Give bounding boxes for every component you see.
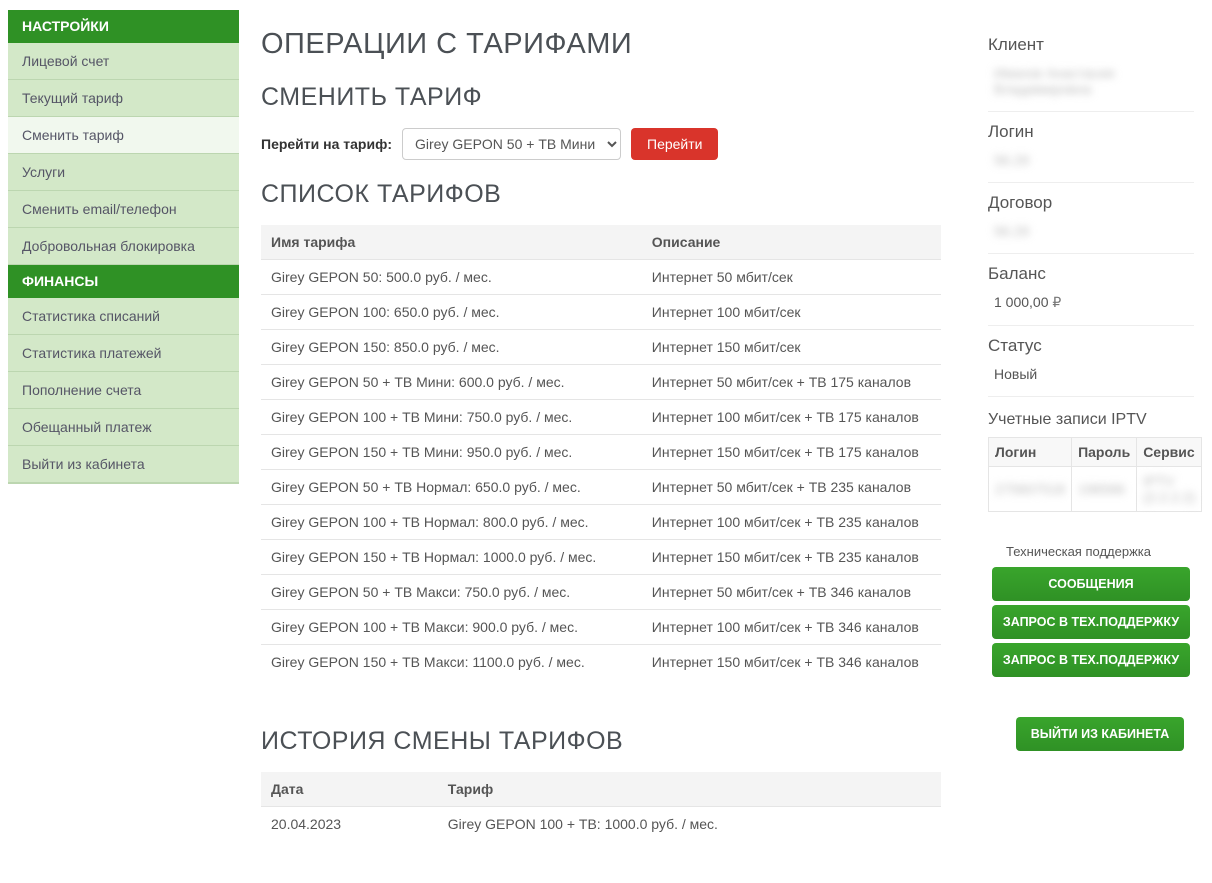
tariff-name: Girey GEPON 150 + ТВ Мини: 950.0 руб. / …	[261, 435, 642, 470]
support-request-button-2[interactable]: ЗАПРОС В ТЕХ.ПОДДЕРЖКУ	[992, 643, 1190, 677]
contract-value: 56.29	[988, 223, 1194, 239]
iptv-col-password: Пароль	[1072, 438, 1137, 467]
iptv-col-login: Логин	[989, 438, 1072, 467]
tariff-desc: Интернет 50 мбит/сек + ТВ 175 каналов	[642, 365, 941, 400]
section-title-list: СПИСОК ТАРИФОВ	[261, 180, 941, 209]
tariff-table: Имя тарифа Описание Girey GEPON 50: 500.…	[261, 225, 941, 679]
table-row: Girey GEPON 100: 650.0 руб. / мес.Интерн…	[261, 295, 941, 330]
tariff-desc: Интернет 100 мбит/сек + ТВ 235 каналов	[642, 505, 941, 540]
sidebar-item[interactable]: Статистика платежей	[8, 335, 239, 372]
balance-label: Баланс	[988, 264, 1194, 284]
client-value: Иванов Анастасия Владимировна	[988, 65, 1194, 97]
tariff-desc: Интернет 50 мбит/сек	[642, 260, 941, 295]
sidebar-header-settings: НАСТРОЙКИ	[8, 10, 239, 43]
messages-button[interactable]: СООБЩЕНИЯ	[992, 567, 1190, 601]
change-tariff-label: Перейти на тариф:	[261, 136, 392, 152]
tariff-desc: Интернет 150 мбит/сек + ТВ 346 каналов	[642, 645, 941, 680]
tariff-name: Girey GEPON 50: 500.0 руб. / мес.	[261, 260, 642, 295]
table-row: Girey GEPON 50 + ТВ Мини: 600.0 руб. / м…	[261, 365, 941, 400]
table-row: Girey GEPON 100 + ТВ Мини: 750.0 руб. / …	[261, 400, 941, 435]
go-button[interactable]: Перейти	[631, 128, 718, 160]
tariff-desc: Интернет 100 мбит/сек	[642, 295, 941, 330]
sidebar-item[interactable]: Лицевой счет	[8, 43, 239, 80]
sidebar-item[interactable]: Обещанный платеж	[8, 409, 239, 446]
table-row: Girey GEPON 100 + ТВ Макси: 900.0 руб. /…	[261, 610, 941, 645]
tariff-name: Girey GEPON 100 + ТВ Макси: 900.0 руб. /…	[261, 610, 642, 645]
tariff-desc: Интернет 50 мбит/сек + ТВ 235 каналов	[642, 470, 941, 505]
support-request-button-1[interactable]: ЗАПРОС В ТЕХ.ПОДДЕРЖКУ	[992, 605, 1190, 639]
section-title-change: СМЕНИТЬ ТАРИФ	[261, 83, 941, 112]
tariff-name: Girey GEPON 100 + ТВ Мини: 750.0 руб. / …	[261, 400, 642, 435]
iptv-row: 275607518 196566 IPTV (2.2.2.2)	[989, 467, 1202, 512]
iptv-table: Логин Пароль Сервис 275607518 196566 IPT…	[988, 437, 1202, 512]
sidebar-item[interactable]: Сменить тариф	[8, 117, 239, 154]
status-label: Статус	[988, 336, 1194, 356]
history-col-tariff: Тариф	[438, 772, 941, 807]
sidebar: НАСТРОЙКИ Лицевой счетТекущий тарифСмени…	[0, 0, 247, 861]
tariff-name: Girey GEPON 50 + ТВ Макси: 750.0 руб. / …	[261, 575, 642, 610]
sidebar-item[interactable]: Выйти из кабинета	[8, 446, 239, 483]
tariff-desc: Интернет 100 мбит/сек + ТВ 175 каналов	[642, 400, 941, 435]
balance-value: 1 000,00	[988, 294, 1194, 311]
tariff-desc: Интернет 150 мбит/сек + ТВ 175 каналов	[642, 435, 941, 470]
section-title-history: ИСТОРИЯ СМЕНЫ ТАРИФОВ	[261, 727, 941, 756]
tariff-col-name: Имя тарифа	[261, 225, 642, 260]
tariff-desc: Интернет 50 мбит/сек + ТВ 346 каналов	[642, 575, 941, 610]
iptv-login: 275607518	[989, 467, 1072, 512]
status-value: Новый	[988, 366, 1194, 382]
logout-button[interactable]: ВЫЙТИ ИЗ КАБИНЕТА	[1016, 717, 1184, 751]
table-row: Girey GEPON 50 + ТВ Нормал: 650.0 руб. /…	[261, 470, 941, 505]
history-table: Дата Тариф 20.04.2023Girey GEPON 100 + Т…	[261, 772, 941, 841]
history-tariff: Girey GEPON 100 + ТВ: 1000.0 руб. / мес.	[438, 807, 941, 842]
sidebar-header-finance: ФИНАНСЫ	[8, 265, 239, 298]
tariff-name: Girey GEPON 150: 850.0 руб. / мес.	[261, 330, 642, 365]
sidebar-item[interactable]: Сменить email/телефон	[8, 191, 239, 228]
iptv-password: 196566	[1072, 467, 1137, 512]
main-content: ОПЕРАЦИИ С ТАРИФАМИ СМЕНИТЬ ТАРИФ Перейт…	[247, 0, 976, 861]
support-label: Техническая поддержка	[988, 544, 1194, 559]
tariff-name: Girey GEPON 100: 650.0 руб. / мес.	[261, 295, 642, 330]
tariff-desc: Интернет 100 мбит/сек + ТВ 346 каналов	[642, 610, 941, 645]
table-row: Girey GEPON 150 + ТВ Мини: 950.0 руб. / …	[261, 435, 941, 470]
table-row: Girey GEPON 50 + ТВ Макси: 750.0 руб. / …	[261, 575, 941, 610]
history-date: 20.04.2023	[261, 807, 438, 842]
sidebar-item[interactable]: Пополнение счета	[8, 372, 239, 409]
table-row: Girey GEPON 100 + ТВ Нормал: 800.0 руб. …	[261, 505, 941, 540]
tariff-name: Girey GEPON 50 + ТВ Нормал: 650.0 руб. /…	[261, 470, 642, 505]
sidebar-item[interactable]: Статистика списаний	[8, 298, 239, 335]
tariff-desc: Интернет 150 мбит/сек	[642, 330, 941, 365]
tariff-name: Girey GEPON 100 + ТВ Нормал: 800.0 руб. …	[261, 505, 642, 540]
iptv-title: Учетные записи IPTV	[988, 411, 1194, 429]
page-title: ОПЕРАЦИИ С ТАРИФАМИ	[261, 28, 941, 61]
tariff-desc: Интернет 150 мбит/сек + ТВ 235 каналов	[642, 540, 941, 575]
table-row: Girey GEPON 150 + ТВ Нормал: 1000.0 руб.…	[261, 540, 941, 575]
sidebar-item[interactable]: Услуги	[8, 154, 239, 191]
right-panel: Клиент Иванов Анастасия Владимировна Лог…	[976, 0, 1212, 861]
tariff-name: Girey GEPON 150 + ТВ Макси: 1100.0 руб. …	[261, 645, 642, 680]
tariff-name: Girey GEPON 150 + ТВ Нормал: 1000.0 руб.…	[261, 540, 642, 575]
login-value: 56.29	[988, 152, 1194, 168]
tariff-col-desc: Описание	[642, 225, 941, 260]
iptv-col-service: Сервис	[1137, 438, 1202, 467]
table-row: Girey GEPON 150 + ТВ Макси: 1100.0 руб. …	[261, 645, 941, 680]
tariff-select[interactable]: Girey GEPON 50 + ТВ Мини	[402, 128, 621, 160]
sidebar-item[interactable]: Добровольная блокировка	[8, 228, 239, 265]
tariff-name: Girey GEPON 50 + ТВ Мини: 600.0 руб. / м…	[261, 365, 642, 400]
client-label: Клиент	[988, 35, 1194, 55]
contract-label: Договор	[988, 193, 1194, 213]
sidebar-item[interactable]: Текущий тариф	[8, 80, 239, 117]
iptv-service: IPTV (2.2.2.2)	[1137, 467, 1202, 512]
table-row: 20.04.2023Girey GEPON 100 + ТВ: 1000.0 р…	[261, 807, 941, 842]
login-label: Логин	[988, 122, 1194, 142]
history-col-date: Дата	[261, 772, 438, 807]
table-row: Girey GEPON 50: 500.0 руб. / мес.Интерне…	[261, 260, 941, 295]
table-row: Girey GEPON 150: 850.0 руб. / мес.Интерн…	[261, 330, 941, 365]
